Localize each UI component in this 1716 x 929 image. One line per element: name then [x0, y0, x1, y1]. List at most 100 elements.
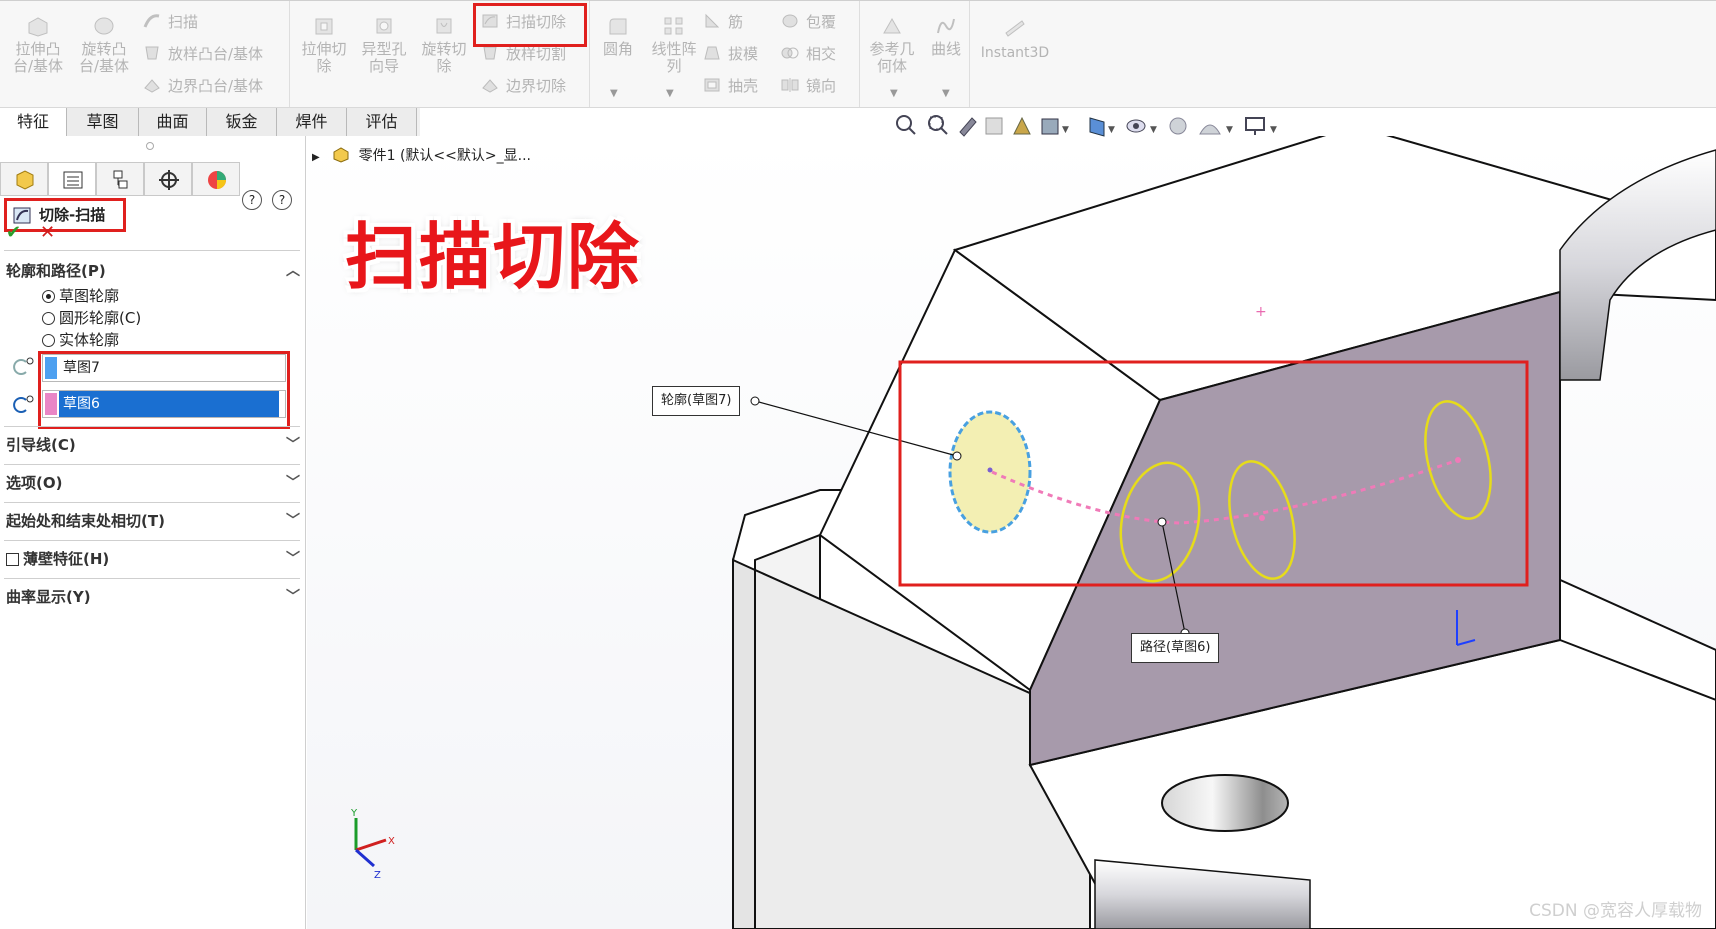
revolve-cut-label: 旋转切 除: [421, 40, 467, 75]
profile-center-point: [987, 467, 993, 473]
tab-features[interactable]: 特征: [0, 108, 67, 136]
thin-feature-checkbox[interactable]: [6, 553, 19, 566]
extrude-boss-button[interactable]: 拉伸凸 台/基体: [8, 15, 68, 75]
rib-button[interactable]: 筋: [702, 9, 743, 35]
instant3d-label: Instant3D: [980, 45, 1050, 61]
mirror-icon: [781, 78, 799, 92]
boundary-cut-icon: [482, 79, 498, 93]
section-guide-curves[interactable]: 引导线(C) ﹀: [6, 434, 306, 455]
radio-unselected-icon: [42, 312, 55, 325]
profile-selection-field[interactable]: 草图7: [42, 354, 286, 382]
previous-view-icon[interactable]: [959, 117, 977, 137]
path-selection-field[interactable]: 草图6: [42, 390, 286, 418]
instant3d-button[interactable]: Instant3D: [975, 15, 1055, 62]
profile-callout[interactable]: 轮廓(草图7): [652, 386, 741, 416]
intersect-button[interactable]: 相交: [780, 41, 836, 67]
section-profile-path[interactable]: 轮廓和路径(P) ︿: [6, 260, 306, 281]
tab-sheet-metal[interactable]: 钣金: [207, 108, 277, 136]
cancel-button[interactable]: ✕: [40, 222, 55, 243]
shell-button[interactable]: 抽壳: [702, 73, 758, 99]
configuration-manager-tab[interactable]: [96, 162, 144, 196]
tab-sketch[interactable]: 草图: [67, 108, 139, 136]
wrap-button[interactable]: 包覆: [780, 9, 836, 35]
mirror-button[interactable]: 镜向: [780, 73, 836, 99]
dimxpert-manager-tab[interactable]: [144, 162, 192, 196]
sweep-button[interactable]: 扫描: [142, 9, 198, 35]
zoom-to-fit-icon[interactable]: [896, 115, 916, 135]
curves-dropdown-icon[interactable]: ▼: [942, 88, 950, 99]
loft-boss-button[interactable]: 放样凸台/基体: [142, 41, 263, 67]
fillet-dropdown-icon[interactable]: ▼: [610, 88, 618, 99]
panel-splitter-handle[interactable]: [146, 142, 154, 150]
wrap-label: 包覆: [806, 13, 837, 31]
leader-anchor: [750, 396, 760, 406]
view-settings-icon[interactable]: [1245, 117, 1265, 135]
display-style-icon[interactable]: [1089, 117, 1105, 137]
help-icon[interactable]: ?: [272, 190, 292, 210]
command-manager-ribbon: 拉伸凸 台/基体 旋转凸 台/基体 扫描 放样凸台/基体 边界凸台/基体 拉伸切…: [0, 0, 1716, 108]
path-selection-icon: [13, 395, 34, 413]
fillet-button[interactable]: 圆角: [594, 15, 642, 58]
tab-evaluate[interactable]: 评估: [347, 108, 417, 136]
radio-solid-profile[interactable]: 实体轮廓: [42, 330, 119, 350]
radio-circular-profile[interactable]: 圆形轮廓(C): [42, 308, 141, 328]
view-orientation-icon[interactable]: [1041, 118, 1059, 135]
zoom-area-icon[interactable]: [928, 115, 948, 135]
path-callout[interactable]: 路径(草图6): [1131, 633, 1220, 663]
section-tangency[interactable]: 起始处和结束处相切(T) ﹀: [6, 510, 306, 531]
rib-label: 筋: [728, 13, 744, 31]
configuration-icon: [113, 170, 128, 189]
draft-button[interactable]: 拔模: [702, 41, 758, 67]
origin-plus-mark: +: [1255, 304, 1267, 320]
curves-button[interactable]: 曲线: [922, 15, 970, 58]
display-manager-tab[interactable]: [192, 162, 240, 196]
boundary-cut-button[interactable]: 边界切除: [480, 73, 566, 99]
svg-text:▼: ▼: [1226, 125, 1233, 135]
extrude-cut-icon: [315, 18, 333, 35]
whats-new-help-icon[interactable]: ?: [242, 190, 262, 210]
section-view-icon[interactable]: [985, 117, 1003, 135]
section-options-label: 选项(O): [6, 474, 63, 492]
extrude-cut-button[interactable]: 拉伸切 除: [294, 15, 354, 75]
feature-tree-flyout[interactable]: ▶ 零件1 (默认<<默认>_显...: [312, 145, 531, 165]
chevron-down-icon: ﹀: [286, 513, 300, 529]
hide-show-items-icon[interactable]: [1126, 119, 1146, 133]
linear-pattern-button[interactable]: 线性阵 列: [642, 15, 706, 75]
apply-scene-icon[interactable]: [1199, 124, 1221, 135]
dynamic-annotation-icon[interactable]: [1013, 116, 1031, 135]
feature-manager-tab[interactable]: [0, 162, 48, 196]
triad-x-label: X: [388, 836, 395, 847]
revolve-boss-button[interactable]: 旋转凸 台/基体: [74, 15, 134, 75]
radio-circular-profile-label: 圆形轮廓(C): [59, 309, 142, 327]
reference-geometry-button[interactable]: 参考几 何体: [862, 15, 922, 75]
tab-weldments[interactable]: 焊件: [277, 108, 347, 136]
tab-surfaces[interactable]: 曲面: [139, 108, 207, 136]
section-profile-path-label: 轮廓和路径(P): [6, 262, 106, 280]
curves-icon: [937, 18, 955, 34]
boundary-boss-button[interactable]: 边界凸台/基体: [142, 73, 263, 99]
triad-z-label: Z: [374, 870, 381, 881]
boundary-cut-label: 边界切除: [506, 77, 567, 95]
section-thin-feature[interactable]: 薄壁特征(H) ﹀: [6, 548, 306, 569]
property-manager-panel: 切除-扫描 ? ? ✔ ✕ 轮廓和路径(P) ︿ 草图轮廓 圆形轮廓(C) 实体…: [0, 136, 306, 929]
radio-sketch-profile-label: 草图轮廓: [59, 287, 120, 305]
radio-sketch-profile[interactable]: 草图轮廓: [42, 286, 119, 306]
expand-arrow-icon[interactable]: ▶: [312, 152, 320, 163]
hole-wizard-button[interactable]: 异型孔 向导: [354, 15, 414, 75]
linear-pattern-label: 线性阵 列: [651, 40, 697, 75]
appearance-sphere-icon: [208, 171, 226, 189]
revolve-cut-button[interactable]: 旋转切 除: [414, 15, 474, 75]
pattern-dropdown-icon[interactable]: ▼: [666, 88, 674, 99]
edit-appearance-icon[interactable]: [1169, 117, 1187, 135]
extrude-boss-icon: [28, 17, 48, 37]
ok-button[interactable]: ✔: [6, 222, 21, 243]
reference-dropdown-icon[interactable]: ▼: [890, 88, 898, 99]
section-curvature-display[interactable]: 曲率显示(Y) ﹀: [6, 586, 306, 607]
boundary-boss-icon: [144, 79, 160, 93]
section-divider: [4, 426, 300, 427]
property-manager-tab[interactable]: [48, 162, 96, 196]
radio-selected-icon: [42, 290, 55, 303]
svg-text:▼: ▼: [1062, 125, 1069, 135]
section-options[interactable]: 选项(O) ﹀: [6, 472, 306, 493]
curves-label: 曲线: [930, 40, 961, 58]
